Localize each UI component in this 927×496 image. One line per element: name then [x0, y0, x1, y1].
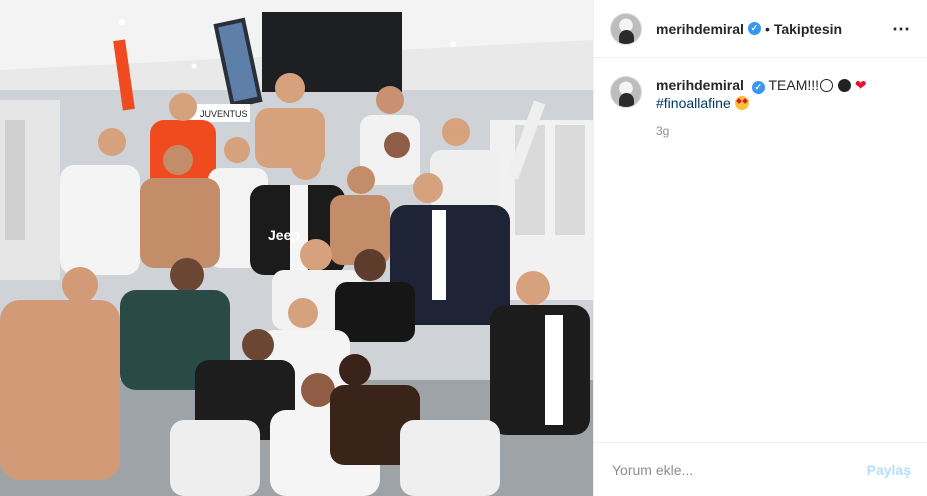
post-time[interactable]: 3g — [656, 122, 867, 140]
following-button[interactable]: Takiptesin — [774, 21, 842, 37]
caption-line: merihdemiral ✓ TEAM!!! ❤ — [656, 76, 867, 94]
caption-text: TEAM!!! — [768, 77, 820, 93]
more-options-icon[interactable]: ⋯ — [892, 20, 911, 38]
author-avatar[interactable] — [610, 12, 642, 45]
caption-body: merihdemiral ✓ TEAM!!! ❤ #finoallafine 3… — [656, 76, 867, 140]
post-photo[interactable]: JUVENTUS Jeep — [0, 0, 594, 496]
verified-badge-icon: ✓ — [747, 22, 761, 35]
instagram-post: JUVENTUS Jeep merihdemiral ✓ • Takiptesi… — [0, 0, 927, 496]
header-separator: • — [764, 20, 770, 37]
caption-username[interactable]: merihdemiral — [656, 77, 744, 93]
photo-banner-text: JUVENTUS — [200, 109, 248, 119]
black-circle-icon — [837, 79, 851, 92]
comments-section: merihdemiral ✓ TEAM!!! ❤ #finoallafine 3… — [594, 58, 927, 442]
caption-avatar[interactable] — [610, 76, 642, 108]
team-celebration-image: JUVENTUS Jeep — [0, 0, 593, 496]
caption-hashtag-line: #finoallafine — [656, 94, 867, 112]
caption-verified-badge-icon: ✓ — [751, 81, 765, 94]
post-side-panel: merihdemiral ✓ • Takiptesin ⋯ merihdemir… — [594, 0, 927, 496]
hashtag-link[interactable]: #finoallafine — [656, 95, 731, 111]
heart-eyes-face-icon — [734, 96, 749, 110]
white-circle-icon — [820, 79, 834, 92]
shirt-sponsor-text: Jeep — [268, 227, 300, 243]
post-header: merihdemiral ✓ • Takiptesin ⋯ — [594, 0, 927, 58]
red-heart-icon: ❤ — [854, 77, 867, 93]
author-username[interactable]: merihdemiral — [656, 21, 744, 37]
post-comment-button[interactable]: Paylaş — [867, 462, 911, 478]
add-comment-bar: Paylaş — [594, 442, 927, 496]
comment-input[interactable] — [610, 460, 867, 479]
caption-comment: merihdemiral ✓ TEAM!!! ❤ #finoallafine 3… — [610, 76, 911, 140]
